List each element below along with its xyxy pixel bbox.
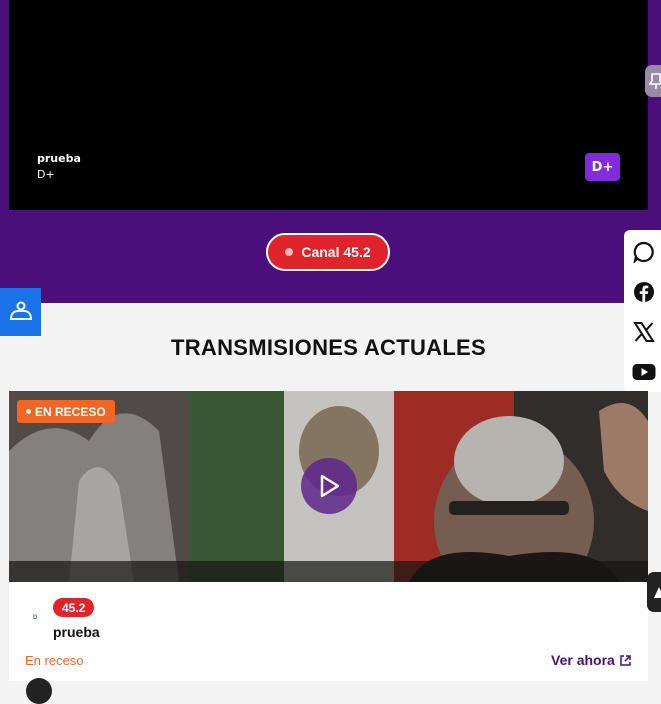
video-player[interactable]: prueba D+ D+ [9, 0, 648, 210]
accessibility-icon [9, 301, 32, 320]
player-title: prueba [37, 152, 81, 165]
status-badge: EN RECESO [17, 400, 115, 423]
scroll-to-top-button[interactable] [647, 572, 661, 612]
broadcast-status: En receso [25, 653, 84, 668]
accessibility-button[interactable] [0, 288, 41, 336]
live-dot-icon [285, 248, 294, 256]
broadcast-card[interactable]: EN RECESO D 45.2 prueba En receso Ver ah… [9, 391, 648, 704]
live-channel-label: Canal 45.2 [301, 244, 371, 260]
arrow-up-icon [654, 587, 661, 598]
player-channel-badge[interactable]: D+ [585, 153, 620, 181]
avatar [26, 678, 52, 704]
status-dot-icon [26, 409, 31, 414]
facebook-icon[interactable] [632, 280, 656, 304]
section-heading: TRANSMISIONES ACTUALES [170, 335, 487, 360]
top-band: prueba D+ D+ Canal 45.2 [0, 0, 661, 303]
youtube-icon[interactable] [632, 360, 656, 384]
live-channel-button[interactable]: Canal 45.2 [266, 233, 390, 271]
channel-number-badge: 45.2 [53, 598, 95, 617]
watch-now-label: Ver ahora [551, 652, 615, 668]
pin-widget-tab[interactable] [645, 65, 661, 97]
status-badge-label: EN RECESO [35, 404, 106, 419]
player-subtitle: D+ [37, 168, 55, 181]
social-links-rail [624, 230, 661, 392]
play-button[interactable] [301, 458, 357, 514]
play-icon [320, 474, 340, 498]
pin-icon [649, 73, 661, 89]
channel-logo: D [33, 615, 38, 621]
external-link-icon [620, 654, 631, 666]
watch-now-link[interactable]: Ver ahora [551, 652, 631, 668]
broadcast-title: prueba [53, 624, 100, 640]
chat-icon[interactable] [632, 240, 656, 264]
broadcast-thumbnail[interactable]: EN RECESO [9, 391, 648, 582]
